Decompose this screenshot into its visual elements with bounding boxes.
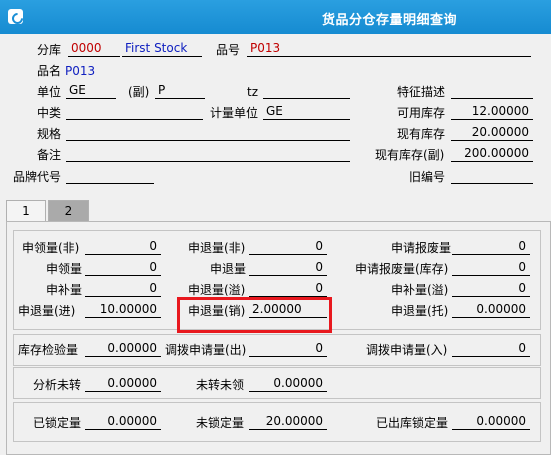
current-stock-secondary-field[interactable]: 200.00000 <box>451 146 533 162</box>
title-bar: 货品分仓存量明细查询 <box>0 0 551 34</box>
current-stock-label: 现有库存 <box>397 127 446 141</box>
unit-field[interactable]: GE <box>66 83 116 99</box>
feature-desc-field[interactable] <box>451 83 533 99</box>
outbound-locked-label: 已出库锁定量 <box>376 416 449 430</box>
available-stock-label: 可用库存 <box>397 106 446 120</box>
return-qty-overflow-label: 申退量(溢) <box>188 283 246 297</box>
return-qty-overflow-field[interactable]: 0 <box>249 281 327 297</box>
scrap-request-field[interactable]: 0 <box>452 239 530 255</box>
inspection-qty-field[interactable]: 0.00000 <box>85 341 161 357</box>
unlocked-qty-field[interactable]: 20.00000 <box>249 414 327 430</box>
unit-secondary-label: (副) <box>128 85 150 99</box>
measure-unit-label: 计量单位 <box>210 106 259 120</box>
warehouse-label: 分库 <box>37 43 62 57</box>
spec-field[interactable] <box>66 125 350 141</box>
unlocked-qty-label: 未锁定量 <box>196 416 245 430</box>
tab-1[interactable]: 1 <box>6 200 46 222</box>
measure-unit-field[interactable]: GE <box>263 104 350 120</box>
locked-qty-field[interactable]: 0.00000 <box>85 414 161 430</box>
app-icon[interactable] <box>8 9 23 24</box>
return-qty-nonstock-field[interactable]: 0 <box>249 239 327 255</box>
req-qty-nonstock-label: 申领量(非) <box>22 241 80 255</box>
current-stock-secondary-label: 现有库存(副) <box>375 148 445 162</box>
return-qty-nonstock-label: 申退量(非) <box>188 241 246 255</box>
mid-category-label: 中类 <box>37 106 62 120</box>
item-name-label: 品名 <box>37 64 62 78</box>
unit-label: 单位 <box>37 85 62 99</box>
warehouse-name-field[interactable]: First Stock <box>122 41 202 57</box>
brand-code-field[interactable] <box>66 168 154 184</box>
req-qty-label: 申领量 <box>46 262 83 276</box>
replenish-overflow-label: 申补量(溢) <box>391 283 449 297</box>
scrap-request-stock-label: 申请报废量(库存) <box>355 262 449 276</box>
feature-desc-label: 特征描述 <box>397 85 446 99</box>
transfer-out-label: 调拨申请量(出) <box>165 343 247 357</box>
available-stock-field[interactable]: 12.00000 <box>451 104 533 120</box>
tz-label: tz <box>247 85 259 99</box>
transfer-out-field[interactable]: 0 <box>249 341 327 357</box>
locked-qty-label: 已锁定量 <box>33 416 82 430</box>
mid-category-field[interactable] <box>66 104 203 120</box>
outbound-locked-field[interactable]: 0.00000 <box>452 414 530 430</box>
req-qty-field[interactable]: 0 <box>85 260 161 276</box>
analysis-untransferred-label: 分析未转 <box>33 378 82 392</box>
window-title: 货品分仓存量明细查询 <box>322 13 458 28</box>
return-qty-purchase-field[interactable]: 10.00000 <box>85 302 161 318</box>
remark-field[interactable] <box>66 146 350 162</box>
tz-field[interactable] <box>263 83 350 99</box>
brand-code-label: 品牌代号 <box>13 170 62 184</box>
warehouse-code-field[interactable]: 0000 <box>68 41 120 57</box>
old-code-field[interactable] <box>451 168 533 184</box>
return-qty-consign-label: 申退量(托) <box>391 304 449 318</box>
old-code-label: 旧编号 <box>409 170 446 184</box>
scrap-request-label: 申请报废量 <box>391 241 452 255</box>
item-no-field[interactable]: P013 <box>247 41 531 57</box>
req-qty-nonstock-field[interactable]: 0 <box>85 239 161 255</box>
inspection-qty-label: 库存检验量 <box>18 343 79 357</box>
return-qty-label: 申退量 <box>210 262 247 276</box>
untransferred-unclaimed-label: 未转未领 <box>196 378 245 392</box>
return-qty-field[interactable]: 0 <box>249 260 327 276</box>
tab-2[interactable]: 2 <box>48 200 89 222</box>
replenish-overflow-field[interactable]: 0 <box>452 281 530 297</box>
remark-label: 备注 <box>37 148 62 162</box>
item-name-value: P013 <box>65 64 96 78</box>
spec-label: 规格 <box>37 127 62 141</box>
transfer-in-field[interactable]: 0 <box>452 341 530 357</box>
req-replenish-field[interactable]: 0 <box>85 281 161 297</box>
transfer-in-label: 调拨申请量(入) <box>366 343 448 357</box>
return-qty-consign-field[interactable]: 0.00000 <box>452 302 530 318</box>
scrap-request-stock-field[interactable]: 0 <box>452 260 530 276</box>
return-qty-purchase-label: 申退量(进) <box>18 304 76 318</box>
unit-secondary-field[interactable]: P <box>155 83 205 99</box>
item-no-label: 品号 <box>216 43 241 57</box>
highlight-box <box>177 297 332 333</box>
untransferred-unclaimed-field[interactable]: 0.00000 <box>249 376 327 392</box>
req-replenish-label: 申补量 <box>46 283 83 297</box>
analysis-untransferred-field[interactable]: 0.00000 <box>85 376 161 392</box>
current-stock-field[interactable]: 20.00000 <box>451 125 533 141</box>
